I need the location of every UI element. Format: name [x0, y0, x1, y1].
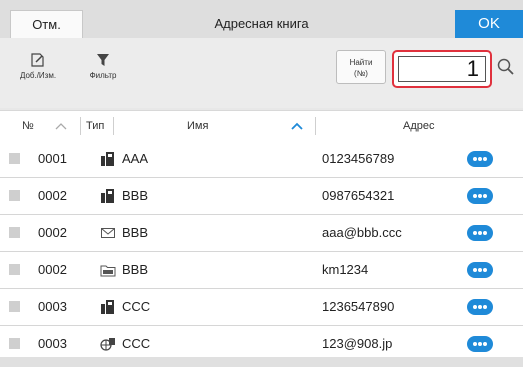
details-button[interactable]: [467, 151, 493, 167]
row-name: BBB: [122, 188, 149, 203]
row-checkbox[interactable]: [9, 190, 20, 201]
column-divider: [315, 117, 316, 135]
search-icon[interactable]: [497, 58, 515, 76]
edit-icon: [31, 53, 44, 67]
row-name: BBB: [122, 262, 149, 277]
column-number[interactable]: №: [22, 111, 34, 141]
fax-icon: [101, 189, 114, 203]
add-edit-label: Доб./Изм.: [19, 71, 57, 80]
row-name: AAA: [122, 151, 149, 166]
find-label-line1: Найти: [349, 58, 373, 67]
row-number: 0002: [38, 188, 67, 203]
address-list: 0001 AAA 0123456789 0002 BBB 0987654321: [0, 141, 523, 363]
find-number-input[interactable]: 1: [398, 56, 486, 82]
row-address: 0123456789: [322, 151, 395, 166]
sort-up-active-icon[interactable]: [291, 122, 303, 130]
smb-folder-icon: [100, 265, 116, 277]
row-checkbox[interactable]: [9, 153, 20, 164]
column-name[interactable]: Имя: [187, 111, 208, 141]
toolbar: Доб./Изм. Фильтр Найти (№) 1: [0, 38, 523, 108]
table-row[interactable]: 0002 BBB aaa@bbb.ccc: [0, 215, 523, 252]
column-type: Тип: [86, 120, 105, 132]
filter-button[interactable]: Фильтр: [78, 52, 128, 80]
column-divider: [80, 117, 81, 135]
row-name: BBB: [122, 225, 149, 240]
find-number-highlight: 1: [392, 50, 492, 88]
row-address: km1234: [322, 262, 369, 277]
ok-button[interactable]: OK: [455, 10, 523, 38]
add-edit-button[interactable]: Доб./Изм.: [13, 52, 63, 80]
row-address: aaa@bbb.ccc: [322, 225, 402, 240]
email-icon: [101, 228, 115, 238]
row-number: 0002: [38, 225, 67, 240]
filter-icon: [97, 54, 109, 66]
ifax-icon: [100, 338, 115, 351]
table-header: № Тип Имя Адрес: [0, 110, 523, 142]
column-divider: [113, 117, 114, 135]
row-name: CCC: [122, 299, 151, 314]
row-address: 1236547890: [322, 299, 395, 314]
table-row[interactable]: 0002 BBB 0987654321: [0, 178, 523, 215]
bottom-bar: [0, 357, 523, 367]
row-checkbox[interactable]: [9, 264, 20, 275]
row-address: 0987654321: [322, 188, 395, 203]
find-label-line2: (№): [354, 69, 368, 78]
row-checkbox[interactable]: [9, 301, 20, 312]
cancel-button[interactable]: Отм.: [10, 10, 83, 38]
row-checkbox[interactable]: [9, 227, 20, 238]
fax-icon: [101, 152, 114, 166]
fax-icon: [101, 300, 114, 314]
sort-up-icon[interactable]: [55, 122, 67, 130]
row-checkbox[interactable]: [9, 338, 20, 349]
column-address: Адрес: [403, 120, 435, 132]
find-button[interactable]: Найти (№): [336, 50, 386, 84]
row-number: 0002: [38, 262, 67, 277]
details-button[interactable]: [467, 225, 493, 241]
table-row[interactable]: 0001 AAA 0123456789: [0, 141, 523, 178]
table-row[interactable]: 0003 CCC 1236547890: [0, 289, 523, 326]
details-button[interactable]: [467, 262, 493, 278]
details-button[interactable]: [467, 299, 493, 315]
details-button[interactable]: [467, 336, 493, 352]
table-row[interactable]: 0002 BBB km1234: [0, 252, 523, 289]
row-number: 0001: [38, 151, 67, 166]
title-bar: Отм. Адресная книга OK: [0, 0, 523, 38]
row-number: 0003: [38, 299, 67, 314]
details-button[interactable]: [467, 188, 493, 204]
address-book-screen: Отм. Адресная книга OK Доб./Изм. Фильтр …: [0, 0, 523, 367]
page-title: Адресная книга: [214, 16, 309, 31]
filter-label: Фильтр: [89, 71, 117, 80]
